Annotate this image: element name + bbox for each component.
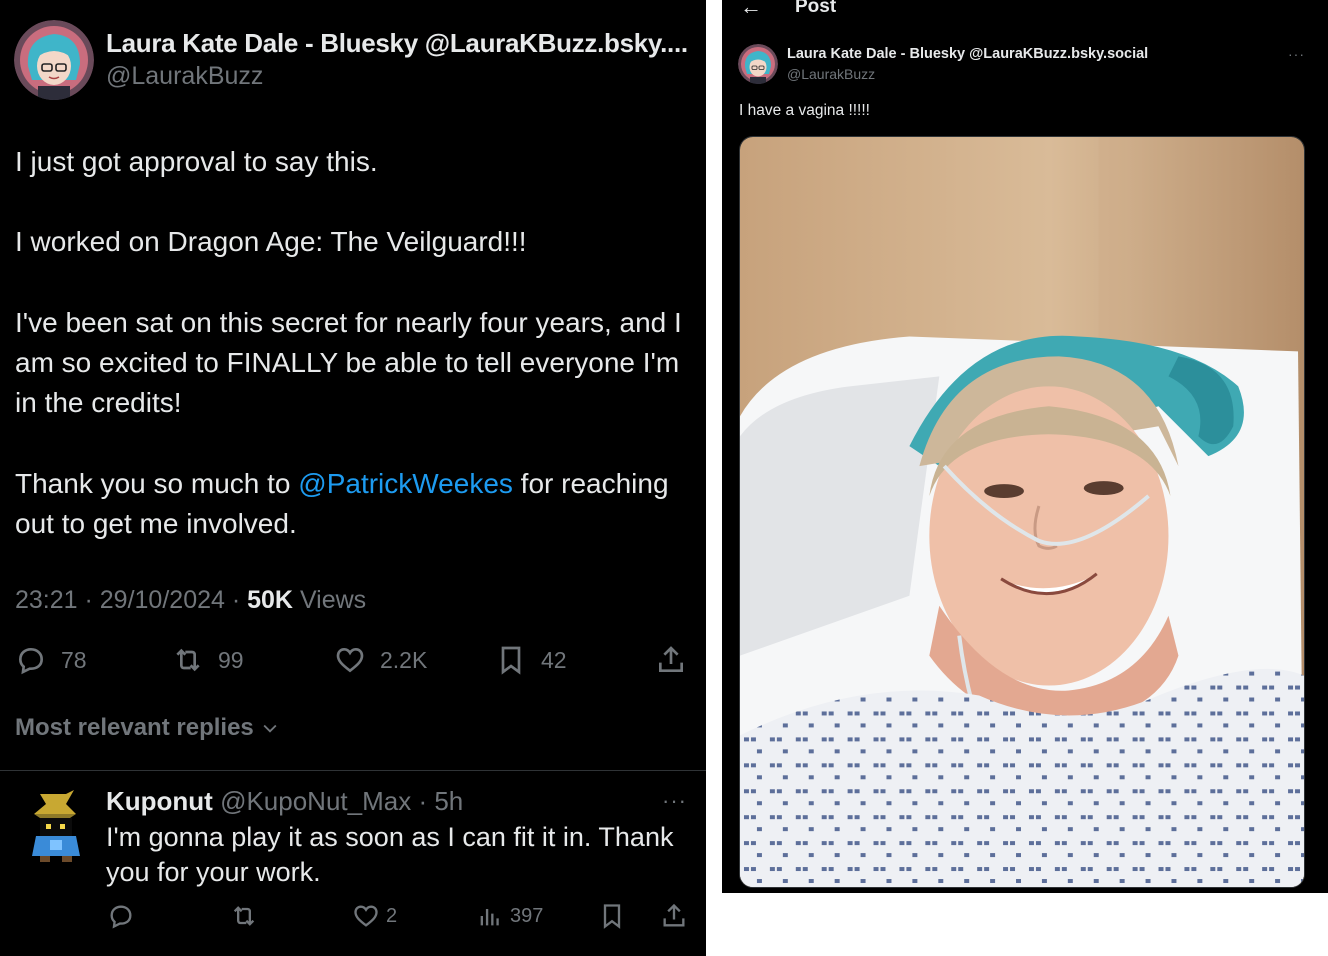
reply-more-button[interactable]: ··· — [662, 788, 687, 814]
tweet-paragraph: I've been sat on this secret for nearly … — [15, 306, 682, 419]
reply-avatar[interactable] — [26, 790, 86, 864]
tweet-detail-panel: Laura Kate Dale - Bluesky @LauraKBuzz.bs… — [0, 0, 706, 956]
analytics-icon — [480, 909, 499, 926]
post-photo[interactable] — [739, 136, 1305, 888]
share-icon — [659, 646, 683, 672]
heart-icon — [336, 647, 364, 673]
reply-header: Kuponut @KupoNut_Max · 5h — [106, 786, 463, 817]
reply-button[interactable]: 78 — [15, 638, 87, 682]
bookmark-icon — [501, 646, 521, 675]
replies-sort-dropdown[interactable]: Most relevant replies — [15, 714, 280, 742]
views-count: 50K — [247, 586, 293, 614]
tweet-meta: 23:21 · 29/10/2024 · 50K Views — [15, 586, 366, 615]
author-avatar[interactable] — [14, 20, 94, 100]
post-panel: ← Post Laura Kate Dale - Bluesky @LauraK… — [722, 0, 1328, 893]
like-button[interactable]: 2.2K — [334, 638, 427, 682]
post-author-name[interactable]: Laura Kate Dale - Bluesky @LauraKBuzz.bs… — [787, 46, 1148, 62]
tweet-timestamp[interactable]: 23:21 · 29/10/2024 · — [15, 586, 247, 614]
post-more-button[interactable]: ··· — [1288, 46, 1305, 62]
reply-icon — [18, 647, 44, 675]
reply-reply-button[interactable] — [107, 898, 135, 934]
repost-button[interactable]: 99 — [172, 638, 244, 682]
tweet-paragraph: I worked on Dragon Age: The Veilguard!!! — [15, 226, 527, 258]
reply-bookmark-button[interactable] — [598, 898, 626, 934]
tweet-text: I just got approval to say this. I worke… — [15, 142, 685, 544]
tweet-actions-bar: 78 99 2.2K 42 — [0, 638, 706, 682]
bookmark-count: 42 — [541, 646, 567, 673]
reply-like-button[interactable]: 2 — [352, 898, 397, 934]
chevron-down-icon — [263, 724, 277, 733]
reply-repost-button[interactable] — [230, 898, 258, 934]
reply-icon — [110, 905, 132, 929]
mention-link[interactable]: @PatrickWeekes — [298, 468, 513, 499]
tweet-paragraph: I just got approval to say this. — [15, 146, 378, 177]
bookmark-icon — [603, 904, 621, 929]
reply-author-handle[interactable]: @KupoNut_Max · 5h — [213, 786, 463, 816]
post-author-handle[interactable]: @LaurakBuzz — [787, 66, 875, 82]
post-author-avatar[interactable] — [738, 44, 778, 84]
reply-actions-bar: 2 397 — [0, 898, 706, 934]
share-icon — [663, 903, 685, 927]
share-button[interactable] — [655, 638, 687, 682]
repost-icon — [233, 906, 255, 926]
post-text: I have a vagina !!!!! — [739, 102, 870, 119]
repost-count: 99 — [218, 646, 244, 673]
reply-views-count: 397 — [510, 904, 544, 927]
tweet-paragraph-thanks: Thank you so much to @PatrickWeekes for … — [15, 464, 685, 544]
repost-icon — [176, 648, 200, 672]
author-name[interactable]: Laura Kate Dale - Bluesky @LauraKBuzz.bs… — [106, 28, 688, 59]
author-handle[interactable]: @LaurakBuzz — [106, 62, 263, 91]
like-count: 2.2K — [380, 646, 428, 673]
post-header-title: Post — [795, 0, 837, 17]
reply-text: I'm gonna play it as soon as I can fit i… — [106, 822, 674, 887]
reply-views-button[interactable]: 397 — [476, 898, 543, 934]
reply-share-button[interactable] — [660, 898, 688, 934]
bookmark-button[interactable]: 42 — [495, 638, 567, 682]
back-arrow-icon[interactable]: ← — [740, 0, 762, 20]
replies-sort-label: Most relevant replies — [15, 714, 254, 741]
heart-icon — [354, 905, 378, 927]
views-label: Views — [293, 586, 367, 614]
reply-like-count: 2 — [386, 904, 398, 927]
reply-count: 78 — [61, 646, 87, 673]
reply-author-name[interactable]: Kuponut — [106, 786, 213, 816]
tweet-text-segment: Thank you so much to — [15, 467, 299, 499]
divider — [0, 770, 706, 771]
